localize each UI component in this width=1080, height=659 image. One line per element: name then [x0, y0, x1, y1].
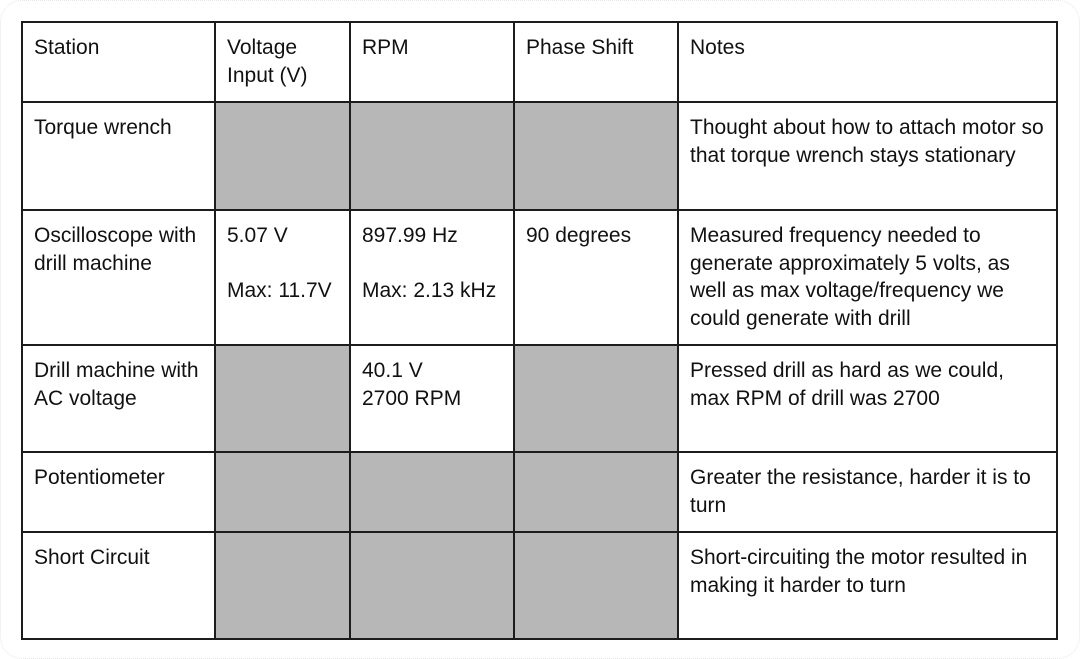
cell-notes: Pressed drill as hard as we could, max R…	[677, 344, 1058, 453]
table-header-row: Station Voltage Input (V) RPM Phase Shif…	[21, 21, 1058, 103]
document-page: Station Voltage Input (V) RPM Phase Shif…	[0, 0, 1080, 659]
cell-rpm-empty	[349, 531, 515, 640]
cell-station: Short Circuit	[21, 531, 216, 640]
cell-voltage-empty	[214, 344, 351, 453]
cell-phase-shift-empty	[513, 344, 679, 453]
cell-voltage: 5.07 V Max: 11.7V	[214, 209, 351, 346]
cell-notes: Measured frequency needed to generate ap…	[677, 209, 1058, 346]
table-row: Torque wrench Thought about how to attac…	[21, 101, 1058, 211]
cell-rpm-empty	[349, 451, 515, 533]
header-rpm: RPM	[349, 21, 515, 103]
table-row: Drill machine with AC voltage 40.1 V 270…	[21, 344, 1058, 453]
cell-station: Drill machine with AC voltage	[21, 344, 216, 453]
rpm-max: Max: 2.13 kHz	[362, 279, 497, 302]
rpm-value: 897.99 Hz	[362, 224, 458, 247]
cell-notes: Short-circuiting the motor resulted in m…	[677, 531, 1058, 640]
cell-phase-shift-empty	[513, 531, 679, 640]
cell-voltage-empty	[214, 101, 351, 211]
cell-notes: Thought about how to attach motor so tha…	[677, 101, 1058, 211]
cell-station: Oscilloscope with drill machine	[21, 209, 216, 346]
cell-station: Potentiometer	[21, 451, 216, 533]
cell-voltage-empty	[214, 531, 351, 640]
station-data-table: Station Voltage Input (V) RPM Phase Shif…	[21, 21, 1058, 640]
voltage-value: 5.07 V	[227, 224, 288, 247]
header-voltage-input: Voltage Input (V)	[214, 21, 351, 103]
rpm-line2: 2700 RPM	[362, 386, 462, 410]
rpm-value: 40.1 V	[362, 359, 423, 382]
header-station: Station	[21, 21, 216, 103]
cell-station: Torque wrench	[21, 101, 216, 211]
table-row: Oscilloscope with drill machine 5.07 V M…	[21, 209, 1058, 346]
cell-notes: Greater the resistance, harder it is to …	[677, 451, 1058, 533]
cell-phase-shift-empty	[513, 451, 679, 533]
header-phase-shift: Phase Shift	[513, 21, 679, 103]
cell-phase-shift: 90 degrees	[513, 209, 679, 346]
cell-rpm: 40.1 V 2700 RPM	[349, 344, 515, 453]
table-row: Potentiometer Greater the resistance, ha…	[21, 451, 1058, 533]
table-row: Short Circuit Short-circuiting the motor…	[21, 531, 1058, 640]
cell-phase-shift-empty	[513, 101, 679, 211]
header-notes: Notes	[677, 21, 1058, 103]
voltage-max: Max: 11.7V	[227, 279, 332, 302]
cell-rpm-empty	[349, 101, 515, 211]
cell-voltage-empty	[214, 451, 351, 533]
cell-rpm: 897.99 Hz Max: 2.13 kHz	[349, 209, 515, 346]
